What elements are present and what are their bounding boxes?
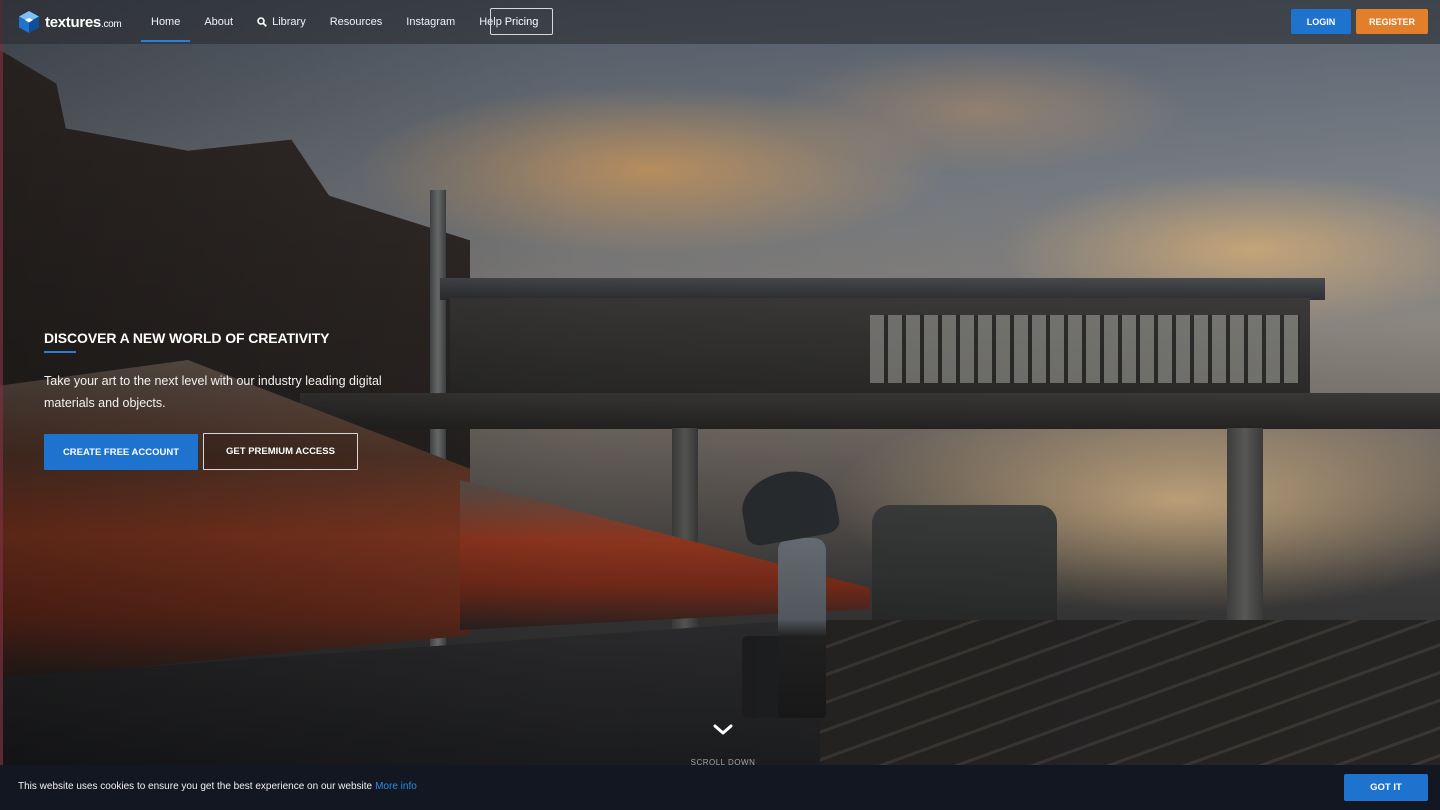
cookie-text: This website uses cookies to ensure you … (18, 781, 373, 792)
hero-subtitle: Take your art to the next level with our… (44, 374, 382, 410)
chevron-down-icon[interactable] (713, 724, 733, 736)
nav-library-label: Library (272, 16, 306, 28)
nav-about-label: About (204, 16, 234, 28)
search-icon (257, 17, 268, 27)
nav-resources[interactable]: Resources (320, 0, 393, 44)
get-premium-access-button[interactable]: GET PREMIUM ACCESS (203, 433, 358, 470)
cookie-more-info-link[interactable]: More info (375, 781, 417, 792)
pricing-button[interactable]: Pricing (490, 8, 553, 35)
nav-resources-label: Resources (329, 16, 383, 28)
cookie-message: This website uses cookies to ensure you … (18, 781, 417, 792)
site-logo[interactable]: textures.com (18, 9, 122, 35)
window-edge (0, 0, 3, 765)
nav-library[interactable]: Library (247, 0, 316, 44)
login-button[interactable]: LOGIN (1291, 9, 1351, 34)
cube-logo-icon (19, 11, 39, 33)
logo-text: textures.com (45, 13, 122, 31)
top-navbar: textures.com Home About Library Resource… (0, 0, 1440, 44)
cookie-accept-button[interactable]: GOT IT (1344, 774, 1428, 801)
register-button[interactable]: REGISTER (1356, 9, 1428, 34)
nav-instagram-label: Instagram (406, 16, 456, 28)
nav-about[interactable]: About (194, 0, 243, 44)
nav-home-label: Home (151, 16, 181, 28)
create-free-account-button[interactable]: CREATE FREE ACCOUNT (44, 434, 198, 470)
cookie-banner: This website uses cookies to ensure you … (0, 765, 1440, 810)
hero-title-underline (44, 351, 76, 353)
nav-home[interactable]: Home (141, 0, 191, 44)
hero-title: DISCOVER A NEW WORLD OF CREATIVITY (44, 330, 330, 346)
nav-instagram[interactable]: Instagram (396, 0, 465, 44)
main-nav: Home About Library Resources Instagram H… (141, 0, 516, 44)
